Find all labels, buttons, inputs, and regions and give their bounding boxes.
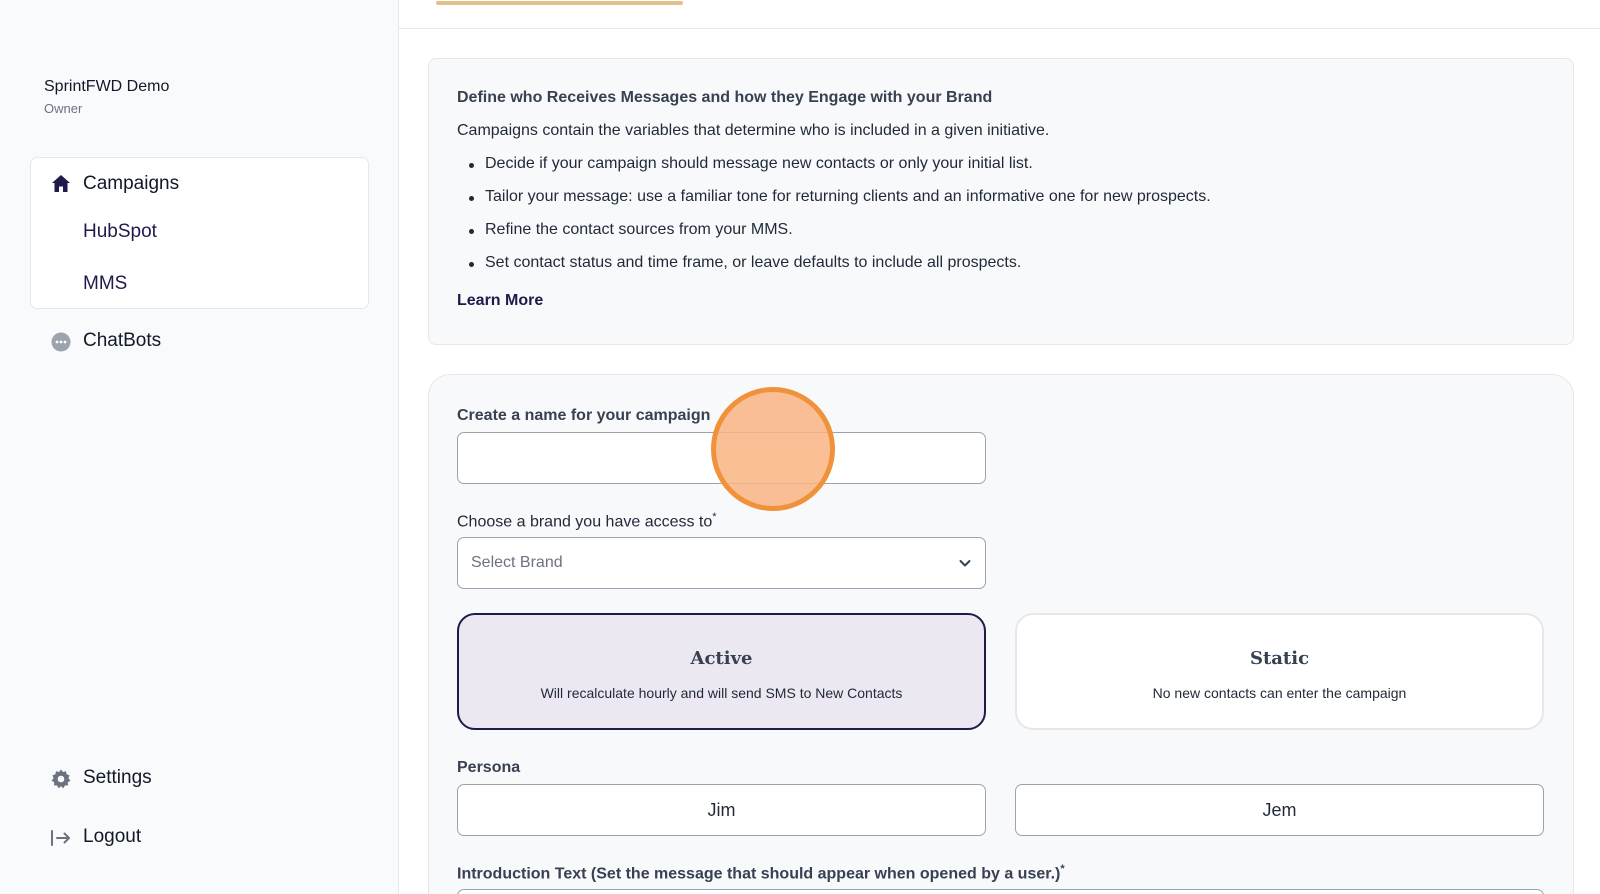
campaign-name-label: Create a name for your campaign <box>457 407 711 424</box>
sidebar-item-hubspot[interactable]: HubSpot <box>83 221 157 243</box>
persona-option-jim[interactable]: Jim <box>457 784 986 836</box>
sidebar: SprintFWD Demo Owner Campaigns HubSpot M… <box>0 0 399 894</box>
intro-text-label: Introduction Text (Set the message that … <box>457 863 1065 883</box>
click-indicator <box>711 387 835 511</box>
info-bullet: Decide if your campaign should message n… <box>469 155 1033 173</box>
sidebar-item-logout[interactable]: Logout <box>83 826 141 848</box>
info-title: Define who Receives Messages and how the… <box>457 89 993 106</box>
logout-icon <box>50 827 72 849</box>
campaigns-nav-group <box>30 157 369 309</box>
mode-title: Active <box>690 648 753 669</box>
info-description: Campaigns contain the variables that det… <box>457 122 1050 139</box>
sidebar-item-mms[interactable]: MMS <box>83 273 127 295</box>
persona-option-jem[interactable]: Jem <box>1015 784 1544 836</box>
info-bullet: Tailor your message: use a familiar tone… <box>469 188 1211 206</box>
home-icon <box>50 173 72 195</box>
brand-select-placeholder: Select Brand <box>471 554 563 571</box>
active-tab-underline <box>436 1 683 5</box>
mode-option-static[interactable]: Static No new contacts can enter the cam… <box>1015 613 1544 730</box>
mode-description: No new contacts can enter the campaign <box>1152 685 1407 701</box>
org-role: Owner <box>44 101 83 116</box>
brand-select[interactable]: Select Brand <box>457 537 986 589</box>
mode-title: Static <box>1249 648 1310 669</box>
mode-option-active[interactable]: Active Will recalculate hourly and will … <box>457 613 986 730</box>
top-bar <box>399 0 1600 29</box>
sidebar-item-settings[interactable]: Settings <box>83 767 152 789</box>
chevron-down-icon <box>957 555 973 576</box>
info-bullet: Set contact status and time frame, or le… <box>468 254 1021 272</box>
brand-label: Choose a brand you have access to* <box>457 511 717 531</box>
intro-text-input[interactable] <box>457 889 1544 894</box>
persona-label: Persona <box>457 759 521 776</box>
info-bullet: Refine the contact sources from your MMS… <box>469 221 793 239</box>
learn-more-link[interactable]: Learn More <box>457 292 543 310</box>
org-name: SprintFWD Demo <box>44 78 170 95</box>
sidebar-item-campaigns[interactable]: Campaigns <box>83 173 179 195</box>
mode-description: Will recalculate hourly and will send SM… <box>540 685 903 701</box>
sidebar-item-chatbots[interactable]: ChatBots <box>83 330 161 352</box>
chat-bubble-icon <box>50 331 72 353</box>
gear-icon <box>50 768 72 790</box>
